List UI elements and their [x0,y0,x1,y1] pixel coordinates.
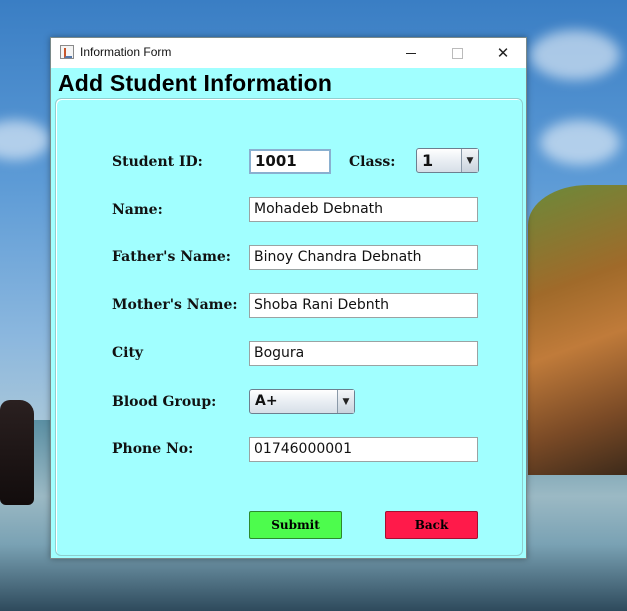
name-label: Name: [112,202,163,218]
java-cup-icon [60,45,74,59]
city-field[interactable]: Bogura [249,341,478,366]
maximize-button[interactable] [434,38,480,68]
phone-label: Phone No: [112,441,194,457]
window-title: Information Form [80,45,172,59]
chevron-down-icon[interactable]: ▼ [337,390,354,413]
back-button[interactable]: Back [385,511,478,539]
father-name-field[interactable]: Binoy Chandra Debnath [249,245,478,270]
submit-button[interactable]: Submit [249,511,342,539]
student-id-field[interactable]: 1001 [249,149,331,174]
blood-group-label: Blood Group: [112,394,217,410]
student-id-label: Student ID: [112,154,203,170]
cloud [530,30,620,80]
cloud [0,120,50,160]
class-label: Class: [349,154,396,170]
mother-name-field[interactable]: Shoba Rani Debnth [249,293,478,318]
blood-group-selected-value: A+ [255,393,278,409]
cloud [540,120,620,165]
title-bar[interactable]: Information Form ✕ [51,38,526,68]
close-button[interactable]: ✕ [480,38,526,68]
information-form-window: Information Form ✕ Add Student Informati… [50,37,527,559]
chevron-down-icon[interactable]: ▼ [461,149,478,172]
mother-name-label: Mother's Name: [112,297,238,313]
runner [0,400,34,505]
cliff [528,185,627,475]
class-selected-value: 1 [422,151,434,170]
phone-field[interactable]: 01746000001 [249,437,478,462]
father-name-label: Father's Name: [112,249,231,265]
class-dropdown[interactable]: 1 ▼ [416,148,479,173]
blood-group-dropdown[interactable]: A+ ▼ [249,389,355,414]
minimize-button[interactable] [388,38,434,68]
form-heading: Add Student Information [58,70,333,96]
name-field[interactable]: Mohadeb Debnath [249,197,478,222]
city-label: City [112,345,144,361]
close-icon: ✕ [496,45,510,62]
